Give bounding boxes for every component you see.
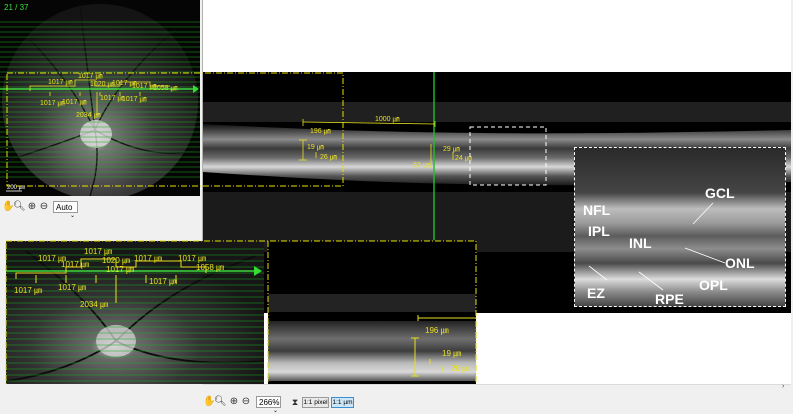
one-to-one-pixel-button[interactable]: 1:1 pixel: [302, 397, 329, 408]
layer-inl-label: INL: [629, 235, 652, 251]
bscan-measure-196: 196 ㎛: [310, 128, 331, 136]
zoom-measure-9: 1017 ㎛: [106, 265, 134, 275]
zoom-bscan-measure-26: 26 ㎛: [451, 364, 470, 374]
bscan-measure-19: 19 ㎛: [307, 144, 324, 152]
auto-select-value: Auto: [56, 203, 73, 212]
bottom-zoom-out-icon[interactable]: ⊖: [241, 396, 251, 408]
fundus-measure-9: 1017 ㎛: [122, 96, 147, 104]
zoom-level-select[interactable]: 266% ⌄: [256, 396, 281, 414]
layer-rpe-label: RPE: [655, 291, 684, 307]
auto-select[interactable]: Auto ⌄: [53, 201, 78, 219]
zoom-bscan-measure-196: 196 ㎛: [425, 326, 449, 336]
zoom-bscan-image: 196 ㎛ 19 ㎛ 26 ㎛: [268, 294, 476, 381]
pan-hand-icon[interactable]: ✋: [2, 201, 14, 213]
zoom-bscan-panel: 196 ㎛ 19 ㎛ 26 ㎛: [268, 241, 476, 391]
layer-inset-image: GCL NFL IPL INL ONL OPL EZ RPE: [575, 148, 785, 307]
slice-counter: 21 / 37: [4, 3, 29, 12]
bottom-pan-hand-icon[interactable]: ✋: [203, 396, 215, 408]
layer-ipl-label: IPL: [588, 223, 610, 239]
bscan-measure-26: 26 ㎛: [320, 154, 337, 162]
zoom-out-icon[interactable]: ⊖: [39, 201, 49, 213]
layer-inset: GCL NFL IPL INL ONL OPL EZ RPE: [574, 147, 786, 307]
fundus-measure-10: 2034 ㎛: [76, 112, 101, 120]
fundus-measure-0: 1017 ㎛: [78, 73, 103, 81]
fundus-measure-5: 1058 ㎛: [153, 85, 178, 93]
zoom-measure-11: 2034 ㎛: [80, 300, 108, 310]
zoom-measure-8: 1017 ㎛: [58, 283, 86, 293]
fundus-measure-6: 1017 ㎛: [40, 100, 65, 108]
zoom-measure-6: 1058 ㎛: [196, 263, 224, 273]
fundus-measure-8: 1017 ㎛: [100, 95, 125, 103]
layer-onl-label: ONL: [725, 255, 755, 271]
layer-gcl-label: GCL: [705, 185, 735, 201]
fit-height-icon[interactable]: ⧗: [290, 396, 300, 408]
zoom-bscan-measure-19: 19 ㎛: [442, 349, 461, 359]
bscan-measure-32: 32 ㎛: [413, 162, 430, 170]
zoom-fundus-panel: 1017 ㎛ 1017 ㎛ 1017 ㎛ 1020 ㎛ 1017 ㎛ 1017 …: [6, 241, 264, 391]
layer-opl-label: OPL: [699, 277, 728, 293]
scroll-right-arrow-icon[interactable]: ›: [782, 383, 784, 390]
zoom-measure-2: 1017 ㎛: [61, 260, 89, 270]
bscan-measure-1000: 1000 ㎛: [375, 116, 400, 124]
layer-nfl-label: NFL: [583, 202, 611, 218]
bottom-magnifier-icon[interactable]: 🔍︎: [214, 396, 227, 408]
fundus-image[interactable]: 1017 ㎛ 1017 ㎛ 1020 ㎛ 1017 ㎛ 1017 ㎛ 1058 …: [0, 0, 200, 196]
zoom-measure-4: 1017 ㎛: [134, 254, 162, 264]
zoom-measure-10: 1017 ㎛: [149, 277, 177, 287]
horizontal-scrollbar[interactable]: [203, 384, 791, 393]
zoom-level-value: 266%: [259, 398, 280, 407]
magnifier-icon[interactable]: 🔍︎: [13, 201, 26, 213]
zoom-fundus-image: 1017 ㎛ 1017 ㎛ 1017 ㎛ 1020 ㎛ 1017 ㎛ 1017 …: [6, 241, 264, 391]
zoom-in-icon[interactable]: ⊕: [27, 201, 37, 213]
fundus-panel[interactable]: 1017 ㎛ 1017 ㎛ 1020 ㎛ 1017 ㎛ 1017 ㎛ 1058 …: [0, 0, 200, 196]
bottom-zoom-in-icon[interactable]: ⊕: [229, 396, 239, 408]
fundus-measure-1: 1017 ㎛: [48, 79, 73, 87]
chevron-down-icon: ⌄: [69, 213, 75, 219]
bscan-measure-24: 24 ㎛: [455, 155, 472, 163]
fundus-measure-2: 1020 ㎛: [90, 81, 115, 89]
zoom-measure-7: 1017 ㎛: [14, 286, 42, 296]
layer-ez-label: EZ: [587, 285, 605, 301]
one-to-one-micron-button[interactable]: 1:1 µm: [331, 397, 354, 408]
fundus-measure-7: 1017 ㎛: [62, 99, 87, 107]
bscan-measure-29: 29 ㎛: [443, 146, 460, 154]
